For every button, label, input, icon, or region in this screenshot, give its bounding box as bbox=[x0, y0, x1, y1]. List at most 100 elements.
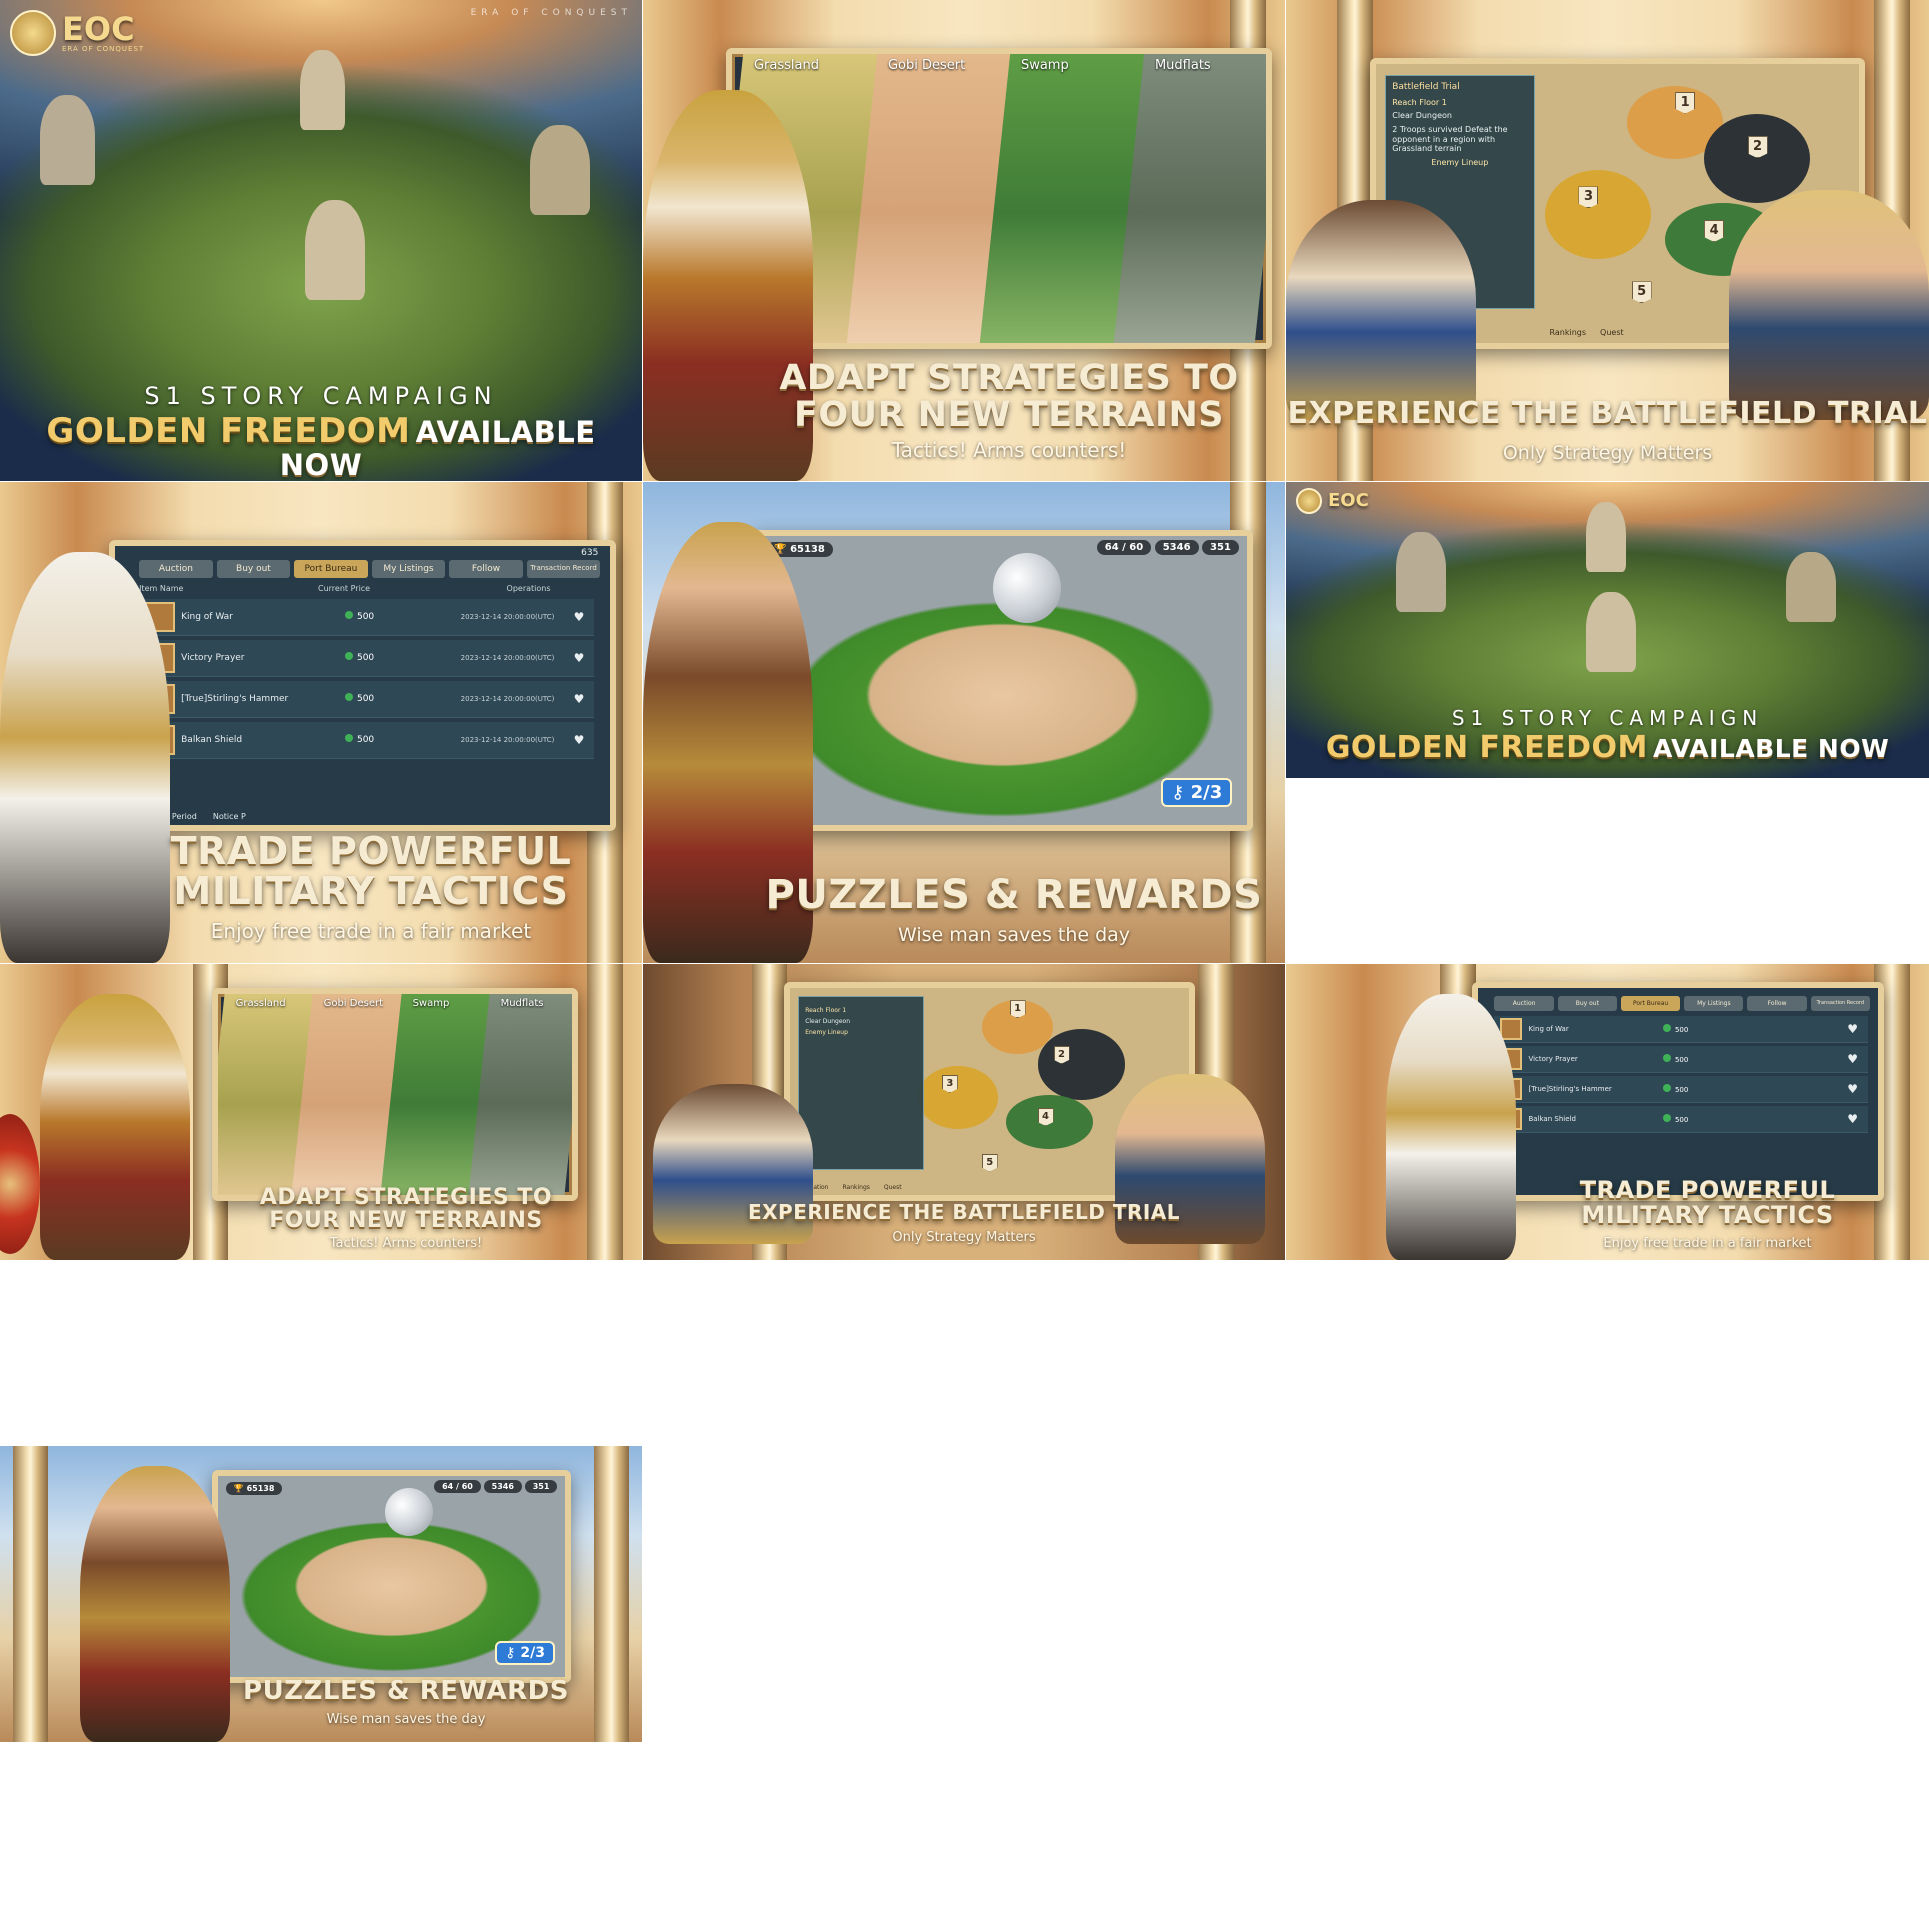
trade-subtitle: Enjoy free trade in a fair market bbox=[1603, 1236, 1812, 1251]
table-row[interactable]: [True]Stirling's Hammer 500 ♥ bbox=[1494, 1075, 1868, 1103]
tab-my-listings[interactable]: My Listings bbox=[1684, 995, 1744, 1011]
tab-buy-out[interactable]: Buy out bbox=[216, 559, 291, 578]
quest-button[interactable]: Quest bbox=[884, 1184, 902, 1191]
heart-icon[interactable]: ♥ bbox=[1847, 1052, 1858, 1066]
item-price-value: 500 bbox=[1674, 1025, 1689, 1034]
heart-icon[interactable]: ♥ bbox=[1847, 1112, 1858, 1126]
table-row[interactable]: King of War 500 ♥ bbox=[1494, 1015, 1868, 1043]
key-count: 2/3 bbox=[520, 1644, 545, 1661]
puzzle-frame: 🏆 65138 64 / 60 5346 351 ⚷ 2/3 bbox=[211, 1469, 572, 1683]
battlefield-banner-small[interactable]: Reach Floor 1 Clear Dungeon Enemy Lineup… bbox=[643, 964, 1285, 1260]
coin-icon bbox=[344, 652, 353, 661]
trade-banner-large[interactable]: 635 Auction Buy out Port Bureau My Listi… bbox=[0, 482, 642, 963]
heart-icon[interactable]: ♥ bbox=[1847, 1022, 1858, 1036]
tab-auction[interactable]: Auction bbox=[1494, 995, 1554, 1011]
item-name: [True]Stirling's Hammer bbox=[1528, 1084, 1612, 1093]
item-price: 500 bbox=[344, 734, 445, 745]
enemy-lineup-label: Enemy Lineup bbox=[805, 1029, 848, 1037]
table-row[interactable]: Balkan Shield 500 ♥ bbox=[1494, 1105, 1868, 1133]
terrain-label: Gobi Desert bbox=[323, 997, 384, 1009]
battlefield-subtitle: Only Strategy Matters bbox=[1502, 442, 1713, 464]
puzzles-title: PUZZLES & REWARDS bbox=[243, 1676, 569, 1706]
table-row[interactable]: Balkan Shield 500 2023-12-14 20:00:00(UT… bbox=[139, 721, 595, 759]
table-row[interactable]: King of War 500 2023-12-14 20:00:00(UTC)… bbox=[139, 598, 595, 636]
item-name: Victory Prayer bbox=[181, 652, 245, 663]
tab-transaction-record[interactable]: Transaction Record bbox=[1810, 995, 1870, 1011]
tab-follow[interactable]: Follow bbox=[449, 559, 523, 578]
score-value: 65138 bbox=[246, 1483, 275, 1493]
item-name: Balkan Shield bbox=[181, 734, 243, 745]
col-current-price: Current Price bbox=[318, 583, 371, 593]
trade-subtitle: Enjoy free trade in a fair market bbox=[210, 919, 532, 943]
terrain-label: Grassland bbox=[235, 997, 286, 1009]
emblem-icon bbox=[10, 10, 56, 56]
trade-banner-small[interactable]: Auction Buy out Port Bureau My Listings … bbox=[1286, 964, 1929, 1260]
zone-yellow bbox=[1544, 169, 1651, 259]
campaign-title-gold: GOLDEN FREEDOM bbox=[46, 411, 411, 451]
table-row[interactable]: Victory Prayer 500 ♥ bbox=[1494, 1045, 1868, 1073]
heart-icon[interactable]: ♥ bbox=[574, 651, 585, 665]
trade-title-line1: TRADE POWERFUL bbox=[1579, 1176, 1836, 1204]
terrains-title: ADAPT STRATEGIES TO FOUR NEW TERRAINS bbox=[733, 360, 1285, 434]
gold-counter: 5346 bbox=[483, 1479, 522, 1493]
campaign-banner-medium[interactable]: EOC S1 STORY CAMPAIGN GOLDEN FREEDOM AVA… bbox=[1286, 482, 1929, 778]
logo-text: EOC bbox=[1328, 490, 1369, 511]
warrior-right bbox=[1729, 190, 1929, 420]
pillar-left bbox=[12, 1446, 49, 1742]
tab-follow[interactable]: Follow bbox=[1747, 995, 1807, 1011]
tab-port-bureau[interactable]: Port Bureau bbox=[1620, 995, 1681, 1011]
heart-icon[interactable]: ♥ bbox=[574, 692, 585, 706]
item-name: King of War bbox=[1528, 1024, 1569, 1033]
heart-icon[interactable]: ♥ bbox=[574, 610, 585, 624]
general-left bbox=[1286, 200, 1476, 420]
col-operations: Operations bbox=[506, 583, 551, 593]
item-price-value: 500 bbox=[1674, 1055, 1689, 1064]
campaign-kicker: S1 STORY CAMPAIGN bbox=[1451, 706, 1764, 730]
terrains-banner-large[interactable]: Grassland Gobi Desert Swamp Mudflats ADA… bbox=[643, 0, 1285, 481]
battlefield-banner-large[interactable]: Battlefield Trial Reach Floor 1 Clear Du… bbox=[1286, 0, 1929, 481]
tab-my-listings[interactable]: My Listings bbox=[371, 559, 446, 578]
map-node-5[interactable]: 5 bbox=[981, 1153, 998, 1172]
item-name: Victory Prayer bbox=[1528, 1054, 1578, 1063]
terrains-title-line2: FOUR NEW TERRAINS bbox=[793, 394, 1224, 435]
coin-icon bbox=[344, 734, 353, 743]
tab-buy-out[interactable]: Buy out bbox=[1557, 995, 1617, 1011]
rankings-button[interactable]: Rankings bbox=[1550, 328, 1587, 337]
trial-panel: Reach Floor 1 Clear Dungeon Enemy Lineup bbox=[798, 996, 924, 1171]
stamina-counter: 64 / 60 bbox=[434, 1479, 481, 1493]
puzzles-subtitle: Wise man saves the day bbox=[326, 1712, 486, 1727]
map-node-5[interactable]: 5 bbox=[1631, 281, 1652, 304]
puzzles-banner-large[interactable]: 🏆 65138 64 / 60 5346 351 ⚷ 2/3 PUZZLES &… bbox=[643, 482, 1285, 963]
campaign-banner-large[interactable]: EOC ERA OF CONQUEST ERA OF CONQUEST S1 S… bbox=[0, 0, 642, 481]
market-tabs: Auction Buy out Port Bureau My Listings … bbox=[115, 546, 610, 582]
heart-icon[interactable]: ♥ bbox=[1847, 1082, 1858, 1096]
campaign-headline: GOLDEN FREEDOM AVAILABLE NOW bbox=[0, 411, 642, 480]
puzzles-subtitle: Wise man saves the day bbox=[897, 924, 1131, 946]
knight-statue-top bbox=[300, 50, 345, 130]
terrain-frame: Grassland Gobi Desert Swamp Mudflats bbox=[211, 987, 578, 1201]
heart-icon[interactable]: ♥ bbox=[574, 733, 585, 747]
terrains-title-line2: FOUR NEW TERRAINS bbox=[269, 1208, 543, 1234]
rankings-button[interactable]: Rankings bbox=[843, 1184, 870, 1191]
puzzles-banner-small[interactable]: 🏆 65138 64 / 60 5346 351 ⚷ 2/3 PUZZLES &… bbox=[0, 1446, 642, 1742]
gem-counter: 351 bbox=[524, 1479, 558, 1493]
puzzle-topbar: 🏆 65138 64 / 60 5346 351 bbox=[766, 540, 1239, 558]
tab-port-bureau[interactable]: Port Bureau bbox=[294, 559, 368, 578]
quest-button[interactable]: Quest bbox=[1600, 328, 1624, 337]
shield-statue-center bbox=[305, 200, 365, 300]
coin-icon bbox=[1662, 1023, 1671, 1032]
zone-dark bbox=[1704, 113, 1811, 204]
stone-ball bbox=[384, 1487, 434, 1537]
table-row[interactable]: [True]Stirling's Hammer 500 2023-12-14 2… bbox=[139, 680, 595, 718]
table-row[interactable]: Victory Prayer 500 2023-12-14 20:00:00(U… bbox=[139, 639, 595, 677]
trial-floor: Reach Floor 1 bbox=[1392, 97, 1447, 107]
tab-auction[interactable]: Auction bbox=[139, 559, 213, 578]
item-price: 500 bbox=[344, 611, 445, 623]
gold-counter: 5346 bbox=[1154, 540, 1199, 556]
notice-checkbox[interactable]: Notice P bbox=[213, 812, 246, 821]
tab-transaction-record[interactable]: Transaction Record bbox=[526, 559, 601, 578]
terrains-banner-small[interactable]: Grassland Gobi Desert Swamp Mudflats ADA… bbox=[0, 964, 642, 1260]
stone-ball bbox=[992, 553, 1062, 623]
item-price-value: 500 bbox=[356, 612, 375, 623]
trial-floor: Reach Floor 1 bbox=[805, 1007, 847, 1015]
